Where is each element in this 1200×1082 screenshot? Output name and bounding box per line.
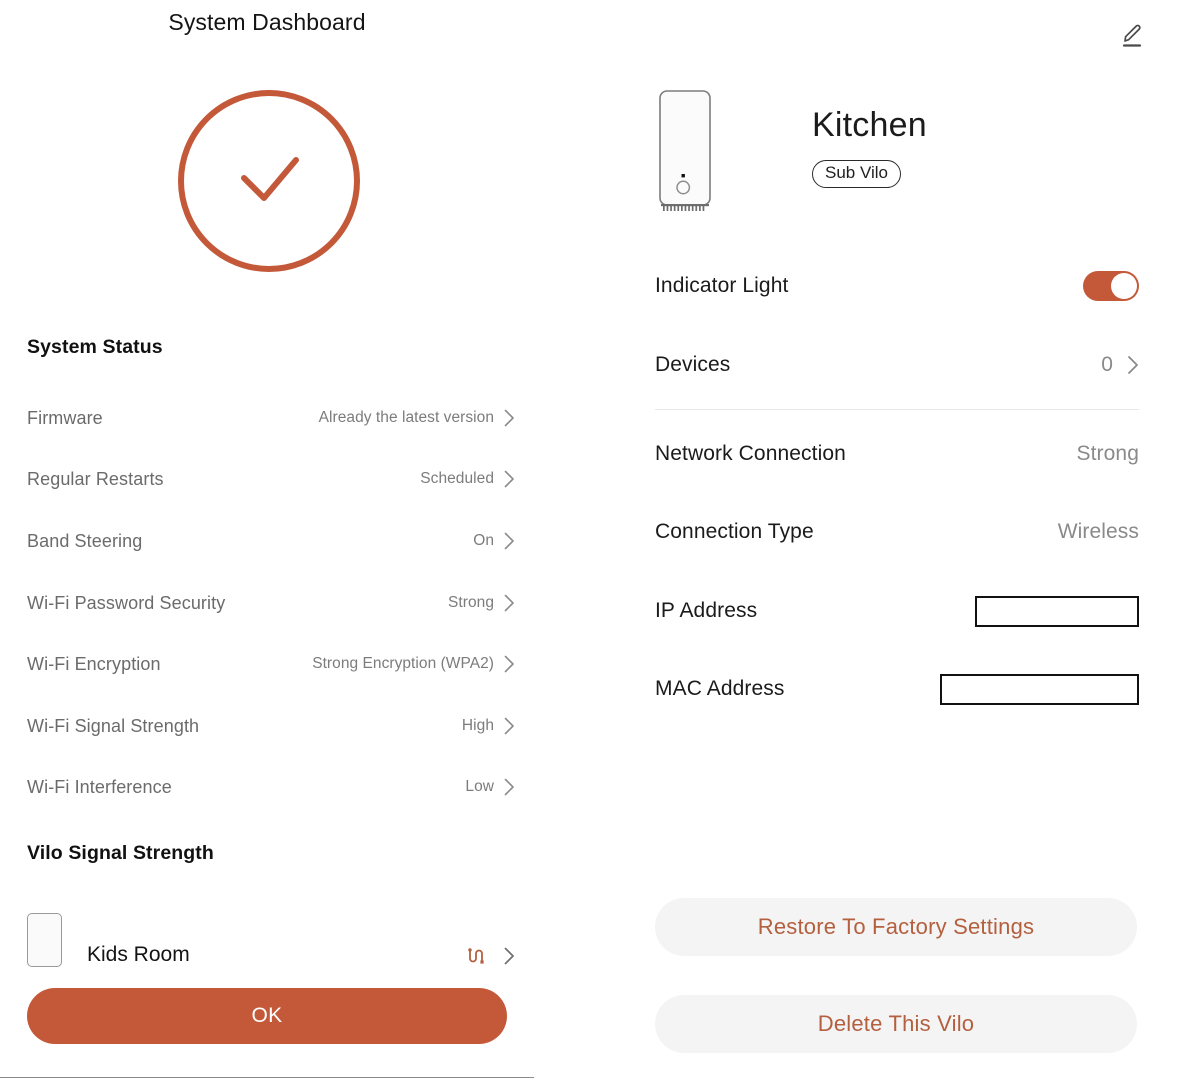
page-title: System Dashboard bbox=[168, 9, 366, 35]
ok-button[interactable]: OK bbox=[27, 988, 507, 1044]
chevron-right-icon bbox=[504, 532, 514, 550]
toggle-knob bbox=[1111, 273, 1137, 299]
devices-count: 0 bbox=[1101, 353, 1113, 376]
status-row-label: Wi-Fi Password Security bbox=[27, 592, 226, 613]
check-circle-icon bbox=[178, 90, 360, 272]
system-status-heading: System Status bbox=[27, 336, 163, 358]
status-row-label: Band Steering bbox=[27, 530, 143, 551]
row-ip-address: IP Address bbox=[655, 595, 1139, 627]
vilo-router-icon bbox=[659, 90, 711, 211]
vilo-signal-strength-heading: Vilo Signal Strength bbox=[27, 842, 214, 864]
status-row-value: Already the latest version bbox=[318, 409, 494, 426]
row-connection-type: Connection Type Wireless bbox=[655, 516, 1139, 548]
list-item[interactable]: Kids Room bbox=[27, 908, 515, 972]
status-row-regular-restarts[interactable]: Regular Restarts Scheduled bbox=[27, 464, 515, 494]
system-dashboard-panel: System Dashboard System Status Firmware … bbox=[0, 0, 534, 1082]
ip-address-redacted-value bbox=[975, 595, 1139, 627]
mesh-link-icon bbox=[468, 948, 484, 964]
row-indicator-light: Indicator Light bbox=[655, 270, 1139, 302]
chevron-right-icon bbox=[504, 409, 514, 427]
status-row-label: Wi-Fi Interference bbox=[27, 776, 172, 797]
row-value: Wireless bbox=[1057, 520, 1139, 543]
chevron-right-icon bbox=[504, 947, 514, 965]
status-row-wifi-signal-strength[interactable]: Wi-Fi Signal Strength High bbox=[27, 711, 515, 741]
status-row-label: Firmware bbox=[27, 407, 103, 428]
mac-address-redacted-value bbox=[940, 673, 1139, 705]
chevron-right-icon bbox=[504, 594, 514, 612]
row-label: Devices bbox=[655, 353, 731, 376]
section-divider bbox=[655, 409, 1139, 410]
vilo-device-detail-panel: Kitchen Sub Vilo Indicator Light Devices… bbox=[534, 0, 1200, 1082]
status-row-wifi-encryption[interactable]: Wi-Fi Encryption Strong Encryption (WPA2… bbox=[27, 649, 515, 679]
pencil-edit-icon bbox=[1122, 24, 1142, 47]
list-item-trailing bbox=[466, 946, 515, 966]
status-row-wifi-interference[interactable]: Wi-Fi Interference Low bbox=[27, 772, 515, 802]
status-row-label: Wi-Fi Signal Strength bbox=[27, 715, 200, 736]
edit-button[interactable] bbox=[1116, 20, 1148, 52]
row-mac-address: MAC Address bbox=[655, 673, 1139, 705]
restore-factory-settings-button[interactable]: Restore To Factory Settings bbox=[655, 898, 1137, 956]
chevron-right-icon bbox=[504, 717, 514, 735]
list-item-label: Kids Room bbox=[87, 943, 190, 966]
row-value: Strong bbox=[1076, 442, 1139, 465]
status-row-wifi-password-security[interactable]: Wi-Fi Password Security Strong bbox=[27, 588, 515, 618]
vilo-device-thumbnail bbox=[27, 913, 62, 967]
row-label: MAC Address bbox=[655, 677, 785, 700]
indicator-light-toggle[interactable] bbox=[1083, 271, 1139, 301]
status-row-band-steering[interactable]: Band Steering On bbox=[27, 526, 515, 556]
status-row-label: Regular Restarts bbox=[27, 468, 164, 489]
chevron-right-icon bbox=[504, 470, 514, 488]
row-label: Network Connection bbox=[655, 442, 846, 465]
bottom-divider bbox=[0, 1077, 534, 1078]
device-name: Kitchen bbox=[812, 106, 927, 144]
device-header: Kitchen Sub Vilo bbox=[654, 88, 1134, 218]
status-row-value: Low bbox=[465, 778, 494, 795]
status-row-value: On bbox=[473, 532, 494, 549]
chevron-right-icon bbox=[1128, 356, 1138, 374]
status-row-value: Scheduled bbox=[420, 470, 494, 487]
status-row-value: Strong bbox=[448, 594, 494, 611]
delete-vilo-button[interactable]: Delete This Vilo bbox=[655, 995, 1137, 1053]
row-network-connection: Network Connection Strong bbox=[655, 438, 1139, 470]
status-row-label: Wi-Fi Encryption bbox=[27, 653, 161, 674]
row-label: IP Address bbox=[655, 599, 758, 622]
chevron-right-icon bbox=[504, 655, 514, 673]
system-status-indicator bbox=[176, 88, 362, 274]
device-role-badge: Sub Vilo bbox=[812, 160, 902, 188]
row-label: Connection Type bbox=[655, 520, 814, 543]
row-label: Indicator Light bbox=[655, 274, 789, 297]
status-row-firmware[interactable]: Firmware Already the latest version bbox=[27, 403, 515, 433]
chevron-right-icon bbox=[504, 778, 514, 796]
row-devices[interactable]: Devices 0 bbox=[655, 349, 1139, 381]
status-row-value: High bbox=[461, 717, 494, 734]
status-row-value: Strong Encryption (WPA2) bbox=[312, 655, 494, 672]
